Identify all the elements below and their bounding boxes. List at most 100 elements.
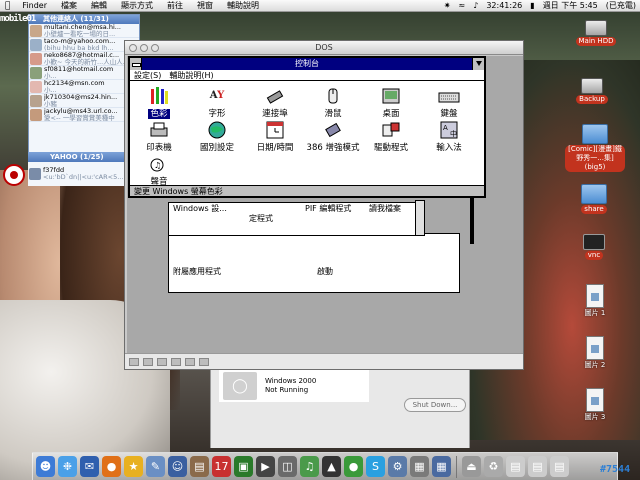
shutdown-button[interactable]: Shut Down...: [404, 398, 466, 412]
desktop-icon-label: Main HDD: [575, 37, 617, 46]
group-accessories[interactable]: 附屬應用程式: [173, 266, 221, 277]
script-editor-icon[interactable]: ✎: [146, 456, 165, 477]
datetime[interactable]: 週日 下午 5:45: [539, 0, 602, 11]
menu-file[interactable]: 檔案: [54, 0, 84, 11]
contact-item[interactable]: multani.chen@msa.hi... 小壁爐一看吃一場的日...: [29, 24, 139, 38]
site-logo: mobile01: [0, 14, 36, 24]
desktop-icon-vnc[interactable]: vnc: [565, 234, 623, 260]
network-icon[interactable]: [171, 357, 181, 366]
menu-help[interactable]: 輔助說明: [220, 0, 266, 11]
volume-icon[interactable]: ♪: [469, 1, 482, 10]
contact-item[interactable]: hc2134@msn.com 小...: [29, 80, 139, 94]
system-menu-icon[interactable]: [130, 58, 142, 70]
preview-icon[interactable]: ◫: [278, 456, 297, 477]
pm-item-setup[interactable]: Windows 設...: [173, 203, 227, 214]
cp-item-ports[interactable]: 連接埠: [246, 86, 304, 119]
desktop-icon-main-hdd[interactable]: Main HDD: [567, 20, 625, 46]
desktop-icon-image-1[interactable]: 圖片 1: [566, 284, 624, 318]
hard-drive-icon: [581, 78, 603, 94]
menubar-extras: ✷ ≈ ♪ 32:41:26 ▮ 週日 下午 5:45 (已充電): [440, 0, 640, 11]
menu-window[interactable]: 視窗: [190, 0, 220, 11]
contact-item[interactable]: jk710304@ms24.hin... 小豬: [29, 94, 139, 108]
minimized-window-icon[interactable]: ▤: [550, 456, 569, 477]
cp-item-mouse[interactable]: 滑鼠: [304, 86, 362, 119]
menu-finder[interactable]: Finder: [15, 1, 54, 10]
zoom-button[interactable]: [151, 44, 159, 52]
pm-item-setup-2[interactable]: 定程式: [249, 213, 273, 224]
elapsed-clock[interactable]: 32:41:26: [482, 1, 526, 10]
cp-item-international[interactable]: 國別設定: [188, 120, 246, 153]
sound-status-icon[interactable]: [199, 357, 209, 366]
contact-item[interactable]: taco-m@yahoo.com... (bihu hhu ba bkd lh..…: [29, 38, 139, 52]
menu-go[interactable]: 前往: [160, 0, 190, 11]
drivers-icon: [380, 120, 402, 140]
address-book-icon[interactable]: ▤: [190, 456, 209, 477]
trash-icon[interactable]: ♻: [484, 456, 503, 477]
floppy-icon[interactable]: [157, 357, 167, 366]
cp-item-datetime[interactable]: 日期/時間: [246, 120, 304, 153]
menu-edit[interactable]: 編輯: [84, 0, 114, 11]
wifi-icon[interactable]: ≈: [455, 1, 470, 10]
minimize-icon[interactable]: [472, 58, 484, 70]
cp-item-desktop[interactable]: 桌面: [362, 86, 420, 119]
desktop-icon-image-2[interactable]: 圖片 2: [566, 336, 624, 370]
cp-item-label: 輸入法: [436, 143, 462, 153]
itunes-icon[interactable]: ♫: [300, 456, 319, 477]
mail-icon[interactable]: ✉: [80, 456, 99, 477]
desktop-icon-image-3[interactable]: 圖片 3: [566, 388, 624, 422]
iphoto-icon[interactable]: ▣: [234, 456, 253, 477]
minimized-window-icon[interactable]: ▤: [528, 456, 547, 477]
control-panel-window[interactable]: 控制台 設定(S) 輔助說明(H) 色彩 AY 字形 連接埠 滑鼠 桌面 鍵盤 …: [128, 56, 486, 198]
contact-item[interactable]: sf0811@hotmail.com 小...: [29, 66, 139, 80]
system-prefs-icon[interactable]: ⚙: [388, 456, 407, 477]
cp-item-color[interactable]: 色彩: [130, 86, 188, 119]
calendar-icon[interactable]: 17: [212, 456, 231, 477]
eject-icon[interactable]: ⏏: [462, 456, 481, 477]
desktop-icon-comic-folder[interactable]: [Comic][漫畫]鐵野秀一...集](big5): [563, 124, 627, 172]
desktop-icon-backup[interactable]: Backup: [563, 78, 621, 104]
imovie-icon[interactable]: ▶: [256, 456, 275, 477]
control-panel-titlebar[interactable]: 控制台: [130, 58, 484, 70]
menu-view[interactable]: 顯示方式: [114, 0, 160, 11]
safari-icon[interactable]: ❉: [58, 456, 77, 477]
pm-item-pif[interactable]: PIF 編輯程式: [305, 203, 351, 214]
utility-icon[interactable]: ▦: [432, 456, 451, 477]
minimize-button[interactable]: [140, 44, 148, 52]
camino-icon[interactable]: ▲: [322, 456, 341, 477]
minimized-window-icon[interactable]: ▤: [506, 456, 525, 477]
cp-item-printers[interactable]: 印表機: [130, 120, 188, 153]
bluetooth-icon[interactable]: ✷: [440, 1, 455, 10]
group-startup[interactable]: 啟動: [317, 266, 333, 277]
cp-item-ime[interactable]: A中 輸入法: [420, 120, 478, 153]
ichat-icon[interactable]: ☺: [168, 456, 187, 477]
group-header-others[interactable]: 其他連絡人 (11/31): [29, 15, 139, 24]
skype-icon[interactable]: S: [366, 456, 385, 477]
cp-item-keyboard[interactable]: 鍵盤: [420, 86, 478, 119]
close-button[interactable]: [129, 44, 137, 52]
cp-item-fonts[interactable]: AY 字形: [188, 86, 246, 119]
adium-icon[interactable]: ★: [124, 456, 143, 477]
usb-icon[interactable]: [185, 357, 195, 366]
vm-row[interactable]: ◯ Windows 2000 Not Running: [219, 370, 369, 402]
dos-titlebar[interactable]: DOS: [125, 41, 523, 55]
cd-icon[interactable]: [143, 357, 153, 366]
firefox-icon[interactable]: ●: [102, 456, 121, 477]
pm-scrollbar[interactable]: [415, 200, 425, 236]
frog-icon[interactable]: ●: [344, 456, 363, 477]
menu-help[interactable]: 輔助說明(H): [165, 70, 217, 80]
disk-icon[interactable]: [129, 357, 139, 366]
menu-settings[interactable]: 設定(S): [130, 70, 165, 80]
finder-icon[interactable]: ☻: [36, 456, 55, 477]
battery-status[interactable]: (已充電): [602, 0, 640, 11]
battery-icon[interactable]: ▮: [526, 1, 538, 10]
parallels-icon[interactable]: ▦: [410, 456, 429, 477]
cp-item-label: 驅動程式: [373, 143, 408, 153]
pm-item-readme[interactable]: 讀我檔案: [369, 203, 401, 214]
contact-item[interactable]: neko8687@hotmail.c... 小歡~ 今天的新竹...人山人...: [29, 52, 139, 66]
contact-item[interactable]: jackylu@ms43.url.co... 愛<-- 一學習賞賞美種中: [29, 108, 139, 122]
desktop-icon-share[interactable]: share: [565, 184, 623, 214]
apple-menu-icon[interactable]: : [0, 1, 15, 11]
cp-item-sound[interactable]: ♫ 聲音: [130, 154, 188, 187]
cp-item-386-enhanced[interactable]: 386 增強模式: [304, 120, 362, 153]
cp-item-drivers[interactable]: 驅動程式: [362, 120, 420, 153]
